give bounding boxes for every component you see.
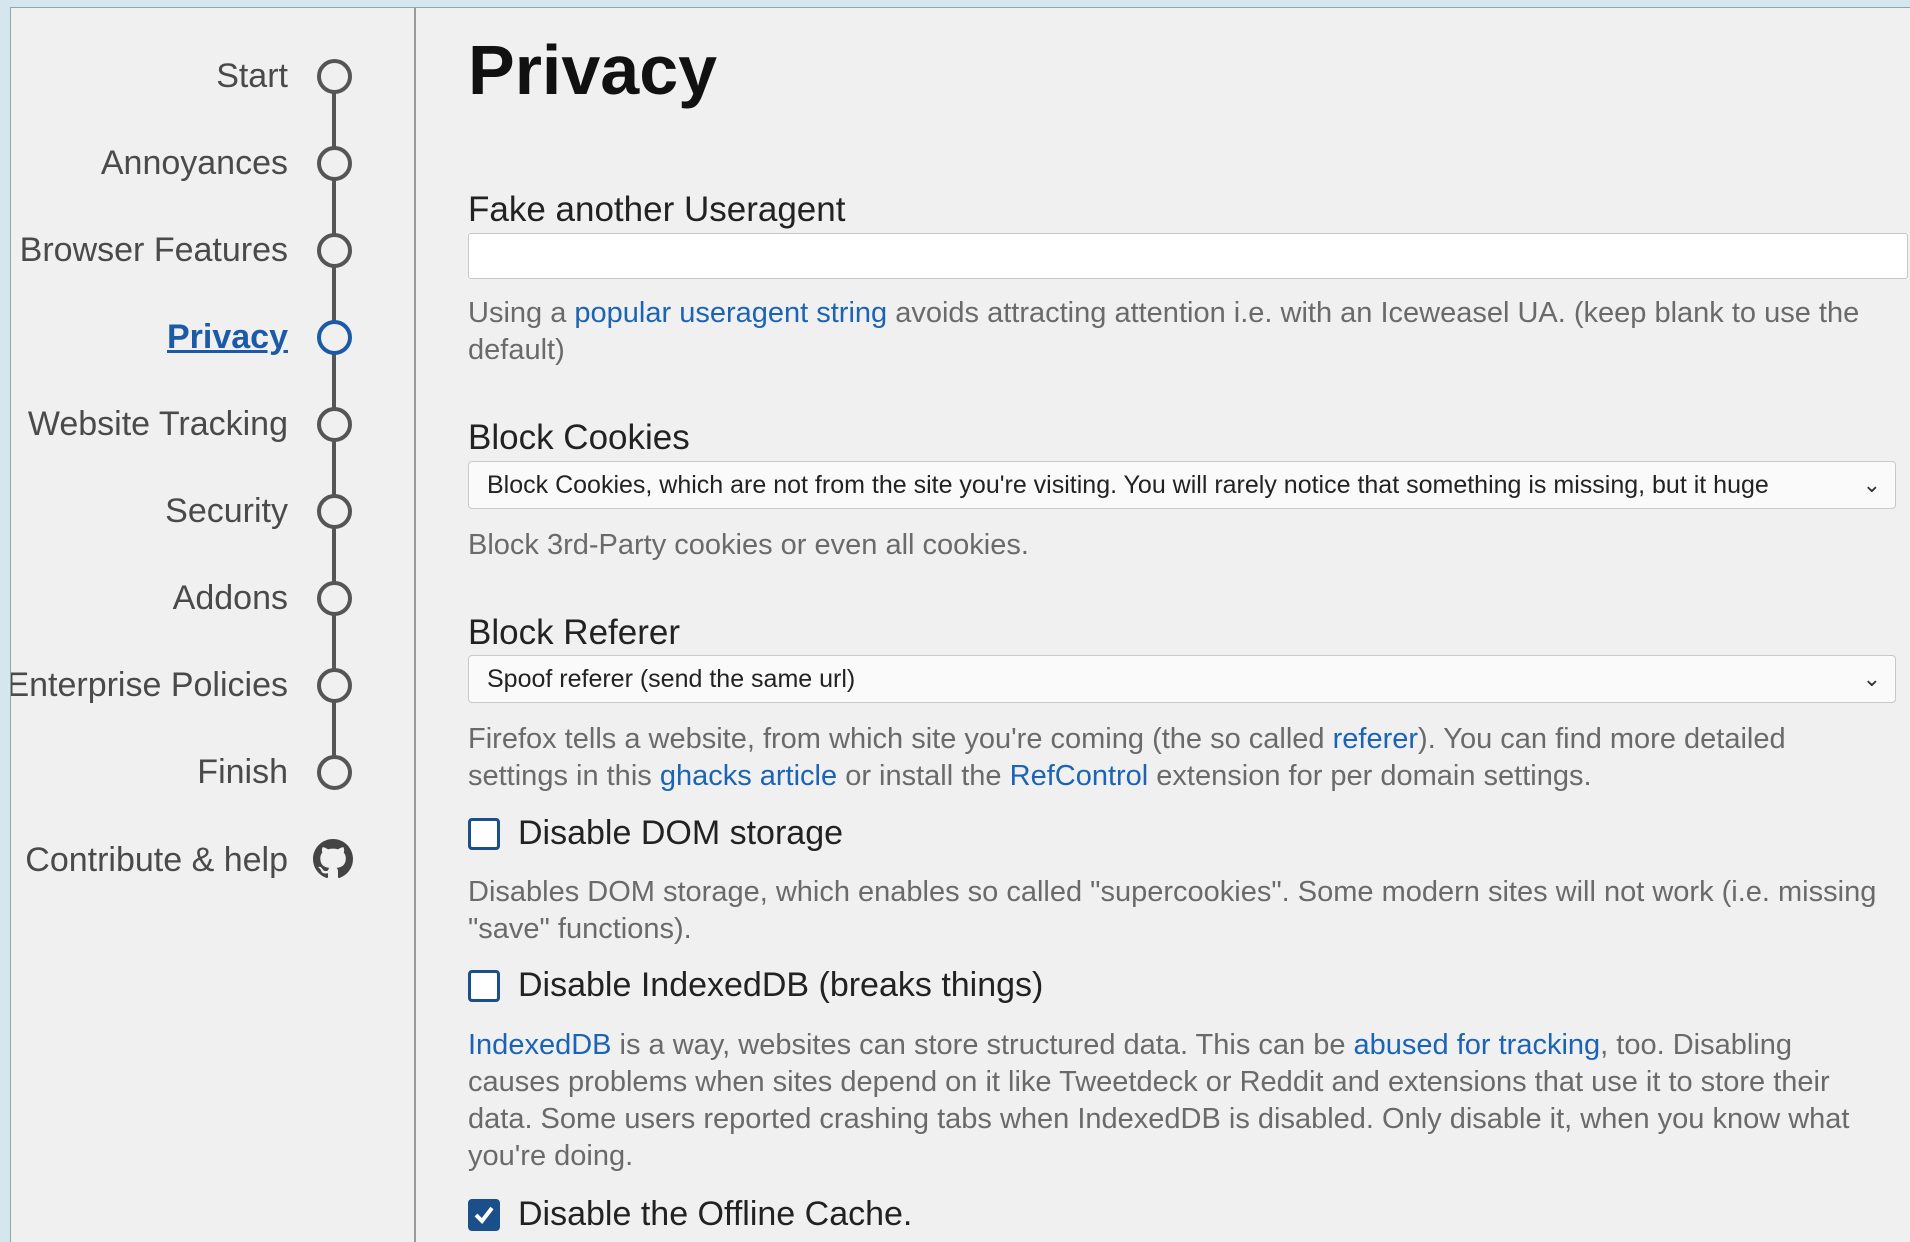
desc-text: or install the [837,760,1010,792]
sidebar-item-label: Privacy [167,318,288,356]
dom-storage-description: Disables DOM storage, which enables so c… [468,876,1877,945]
desc-text: Using a [468,297,575,329]
sidebar-item-finish[interactable]: Finish [11,741,414,801]
disable-dom-storage-checkbox[interactable] [468,818,500,850]
refcontrol-link[interactable]: RefControl [1010,760,1149,792]
block-cookies-label: Block Cookies [468,418,690,457]
chevron-down-icon: ⌄ [1862,666,1881,691]
step-circle-icon [317,581,352,616]
sidebar-nav: Start Annoyances Browser Features Privac… [11,8,416,1242]
select-value: Block Cookies, which are not from the si… [487,471,1769,499]
useragent-label: Fake another Useragent [468,190,846,229]
checkbox-label: Disable DOM storage [518,814,844,852]
block-cookies-description: Block 3rd-Party cookies or even all cook… [468,529,1029,561]
step-circle-icon [317,146,352,181]
sidebar-item-security[interactable]: Security [11,480,414,540]
sidebar-item-privacy[interactable]: Privacy [11,306,414,366]
sidebar-item-browser-features[interactable]: Browser Features [11,219,414,279]
abused-for-tracking-link[interactable]: abused for tracking [1354,1029,1601,1061]
block-referer-label: Block Referer [468,613,681,652]
sidebar-item-annoyances[interactable]: Annoyances [11,132,414,192]
useragent-description: Using a popular useragent string avoids … [468,295,1888,369]
sidebar-item-contribute-help[interactable]: Contribute & help [11,829,414,889]
block-cookies-select[interactable]: Block Cookies, which are not from the si… [468,461,1896,509]
page-title: Privacy [468,31,718,109]
disable-offline-cache-checkbox[interactable] [468,1199,500,1231]
popular-useragent-link[interactable]: popular useragent string [574,297,887,329]
sidebar-item-label: Finish [197,753,288,791]
desc-text: Firefox tells a website, from which site… [468,723,1333,755]
sidebar-item-label: Enterprise Policies [10,666,288,704]
step-circle-icon [317,668,352,703]
sidebar-item-label: Security [165,492,288,530]
disable-indexeddb-checkbox[interactable] [468,970,500,1002]
checkbox-label: Disable the Offline Cache. [518,1195,913,1233]
sidebar-item-label: Website Tracking [27,405,288,443]
desc-text: extension for per domain settings. [1148,760,1592,792]
step-circle-icon [317,320,352,355]
block-referer-select[interactable]: Spoof referer (send the same url) ⌄ [468,655,1896,703]
desc-text: is a way, websites can store structured … [611,1029,1354,1061]
sidebar-item-label: Annoyances [100,144,288,182]
github-icon [313,839,353,879]
chevron-down-icon: ⌄ [1862,472,1881,497]
ghacks-article-link[interactable]: ghacks article [660,760,837,792]
useragent-input[interactable] [468,233,1908,279]
block-referer-description: Firefox tells a website, from which site… [468,721,1888,795]
indexeddb-description: IndexedDB is a way, websites can store s… [468,1027,1888,1175]
main-content: Privacy Fake another Useragent Using a p… [468,8,1910,1242]
sidebar-item-label: Addons [172,579,288,617]
step-circle-icon [317,59,352,94]
sidebar-item-addons[interactable]: Addons [11,567,414,627]
sidebar-item-label: Start [216,57,288,95]
step-circle-icon [317,407,352,442]
step-circle-icon [317,494,352,529]
sidebar-item-enterprise-policies[interactable]: Enterprise Policies [11,654,414,714]
sidebar-item-start[interactable]: Start [11,45,414,105]
checkbox-label: Disable IndexedDB (breaks things) [518,966,1044,1004]
step-circle-icon [317,233,352,268]
app-window: Start Annoyances Browser Features Privac… [10,7,1910,1242]
sidebar-item-label: Browser Features [19,231,288,269]
select-value: Spoof referer (send the same url) [487,665,856,693]
checkmark-icon [474,1206,494,1225]
step-circle-icon [317,755,352,790]
referer-link[interactable]: referer [1333,723,1418,755]
sidebar-item-label: Contribute & help [25,841,288,879]
indexeddb-link[interactable]: IndexedDB [468,1029,612,1061]
sidebar-item-website-tracking[interactable]: Website Tracking [11,393,414,453]
